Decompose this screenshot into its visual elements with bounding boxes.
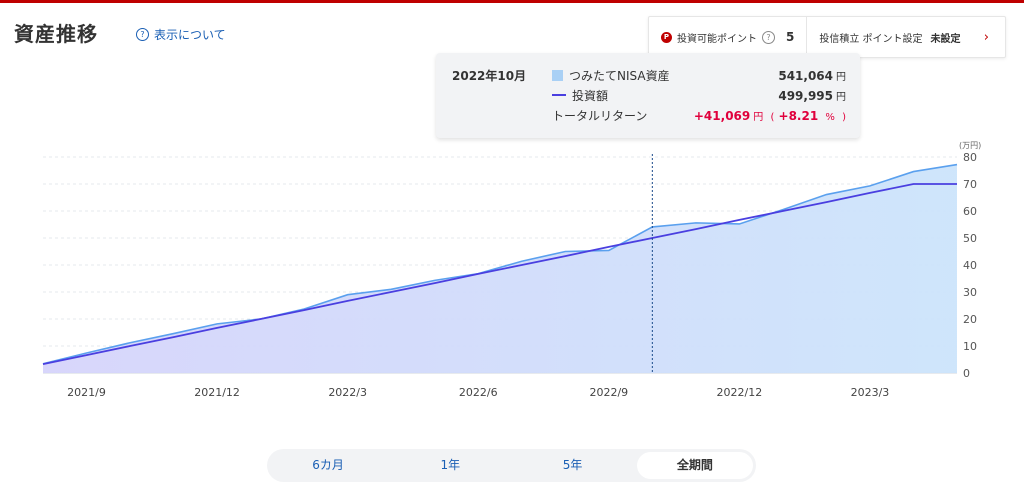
y-tick-label: 40 (963, 259, 977, 272)
points-value: 5 (786, 30, 795, 44)
y-tick-label: 50 (963, 232, 977, 245)
x-tick-label: 2022/6 (459, 386, 498, 399)
page-title: 資産推移 (14, 22, 98, 46)
tab-1-year[interactable]: 1年 (392, 452, 508, 479)
asset-history-chart[interactable]: 0 10 20 30 40 50 60 70 80(万円) 2021/9 2021/12 2022/3… (0, 140, 1024, 410)
tab-6-months[interactable]: 6カ月 (270, 452, 386, 479)
question-icon: ? (136, 28, 149, 41)
brand-top-line (0, 0, 1024, 3)
y-tick-label: 10 (963, 340, 977, 353)
point-setting-link[interactable]: 投信積立 ポイント設定 未設定 › (807, 17, 1005, 57)
x-tick-label: 2022/3 (328, 386, 367, 399)
asset-swatch (552, 69, 563, 81)
about-display-label: 表示について (154, 28, 226, 42)
tooltip-asset-label: つみたてNISA資産 (569, 68, 670, 83)
x-tick-label: 2021/12 (194, 386, 240, 399)
tooltip-paren-open: ( (770, 111, 775, 123)
y-tick-label: 70 (963, 178, 977, 191)
investable-points: P 投資可能ポイント ? 5 (649, 17, 808, 57)
tooltip-row-return: トータルリターン +41,069 円 ( +8.21 % ) (552, 106, 846, 124)
y-tick-label: 80 (963, 151, 977, 164)
point-p-icon: P (661, 31, 672, 43)
y-tick-label: 60 (963, 205, 977, 218)
tooltip-return-value: +41,069 (693, 108, 751, 123)
y-tick-label: 0 (963, 367, 970, 380)
tooltip-return-pct: +8.21 (778, 108, 819, 123)
tab-5-years[interactable]: 5年 (515, 452, 631, 479)
x-tick-label: 2021/9 (67, 386, 106, 399)
tooltip-row-asset: つみたてNISA資産 541,064 円 (552, 66, 846, 84)
x-tick-label: 2022/12 (717, 386, 763, 399)
chevron-right-icon: › (983, 29, 989, 45)
tooltip-return-unit: 円 (753, 111, 764, 123)
tooltip-asset-unit: 円 (836, 71, 846, 83)
tooltip-return-label: トータルリターン (552, 108, 648, 123)
tooltip-row-invest: 投資額 499,995 円 (552, 86, 846, 104)
points-help-icon[interactable]: ? (762, 30, 775, 44)
tab-all-period[interactable]: 全期間 (636, 452, 753, 479)
points-panel: P 投資可能ポイント ? 5 投信積立 ポイント設定 未設定 › (648, 16, 1006, 58)
points-label: 投資可能ポイント (677, 33, 757, 45)
tooltip-invest-label: 投資額 (572, 88, 609, 103)
point-setting-value: 未設定 (930, 33, 961, 45)
tooltip-paren-close: ) (842, 111, 846, 123)
tooltip-return-pct-unit: % (825, 111, 835, 123)
tooltip-invest-value: 499,995 (778, 88, 833, 103)
tooltip-asset-value: 541,064 (778, 68, 833, 83)
y-tick-label: 30 (963, 286, 977, 299)
invest-swatch (552, 94, 566, 96)
y-unit-label: (万円) (959, 141, 981, 150)
point-setting-label: 投信積立 ポイント設定 (819, 33, 923, 45)
tooltip-date: 2022年10月 (452, 69, 527, 83)
tooltip-invest-unit: 円 (836, 91, 846, 103)
about-display-link[interactable]: ? 表示について (136, 26, 226, 43)
x-tick-label: 2022/9 (589, 386, 628, 399)
x-tick-label: 2023/3 (851, 386, 890, 399)
chart-tooltip: 2022年10月 つみたてNISA資産 541,064 円 投資額 499,995… (436, 53, 860, 138)
y-tick-label: 20 (963, 313, 977, 326)
period-tabs: 6カ月 1年 5年 全期間 (267, 449, 756, 482)
